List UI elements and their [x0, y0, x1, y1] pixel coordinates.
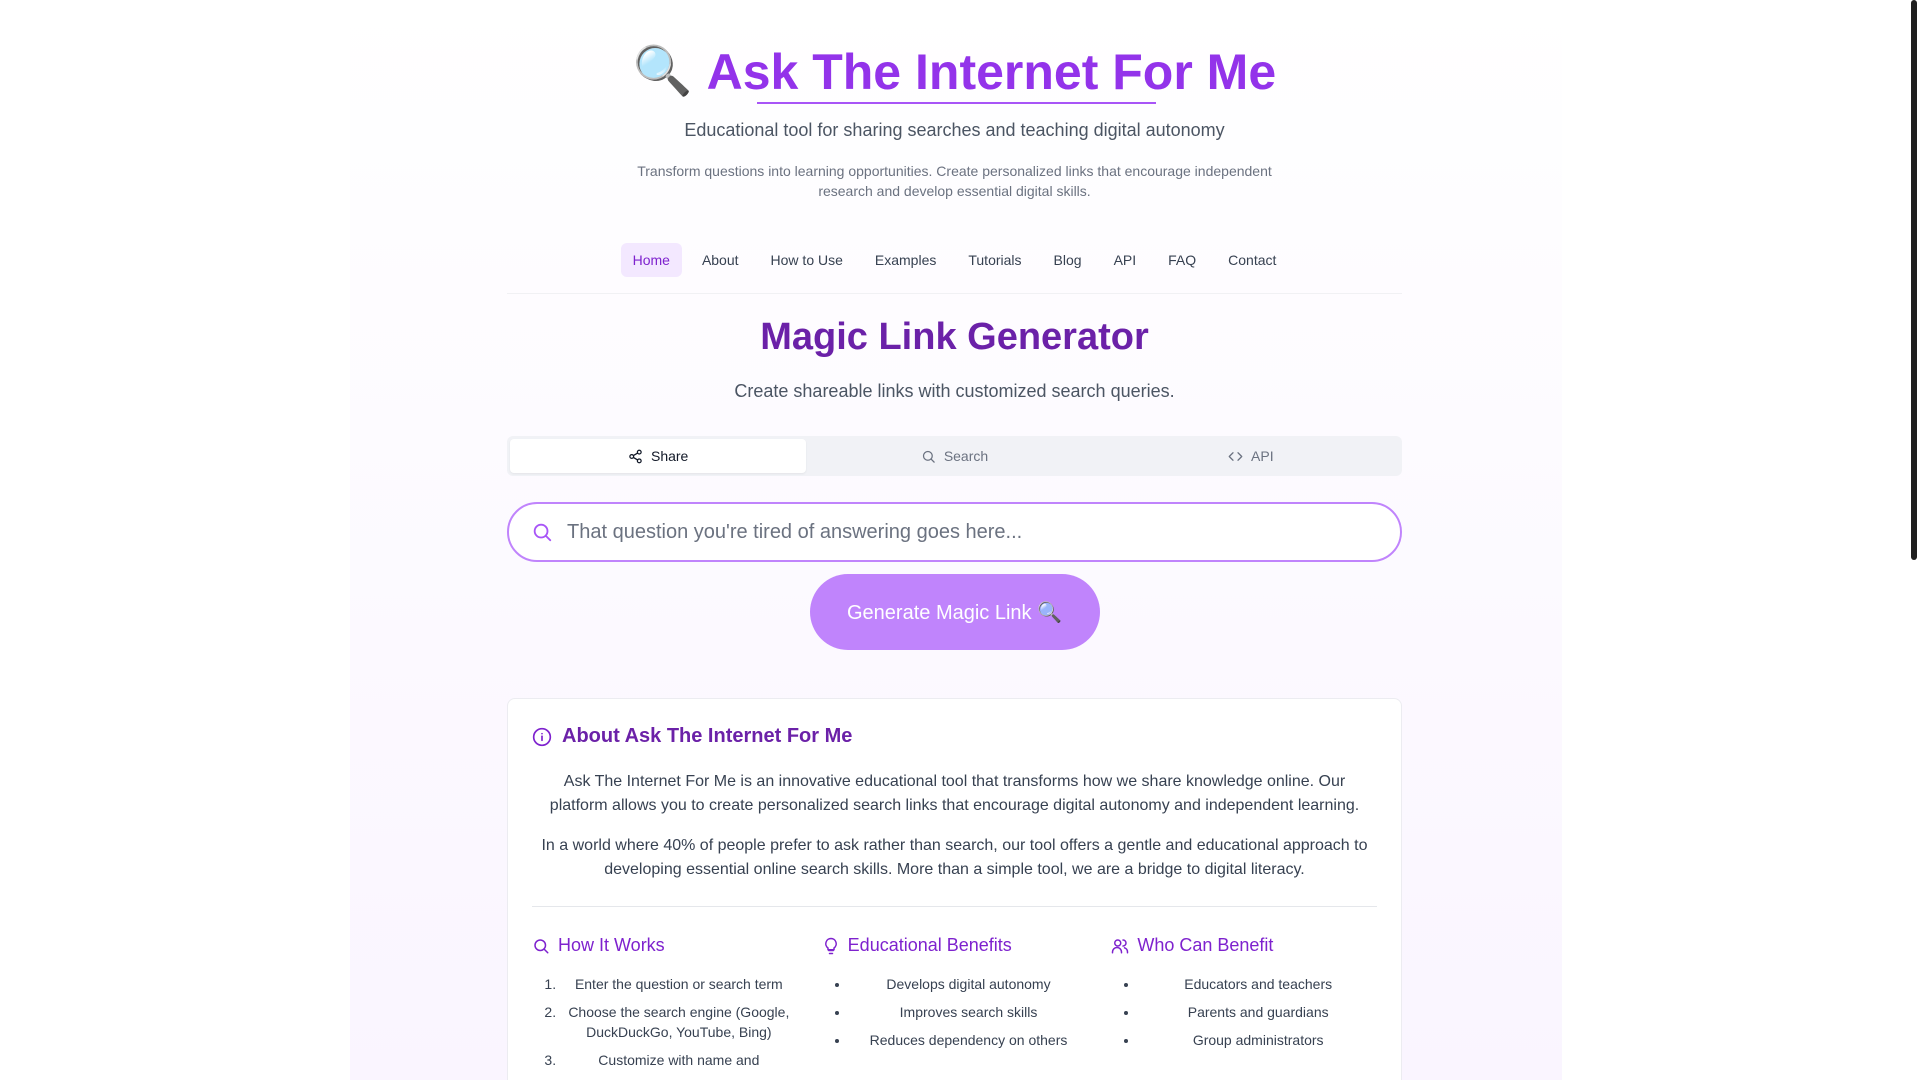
how-it-works-list: Enter the question or search term Choose… [532, 974, 798, 1070]
educational-benefits-list: Develops digital autonomy Improves searc… [822, 974, 1088, 1050]
main-container: 🔍 Ask The Internet For Me Educational to… [507, 0, 1402, 1080]
tab-search[interactable]: Search [806, 439, 1102, 473]
info-icon [532, 727, 552, 746]
who-can-benefit-title: Who Can Benefit [1137, 935, 1274, 955]
nav-api[interactable]: API [1102, 243, 1149, 277]
tab-api-label: API [1251, 448, 1274, 464]
nav-tutorials[interactable]: Tutorials [956, 243, 1033, 277]
how-it-works-column: How It Works Enter the question or searc… [532, 935, 798, 1078]
site-description: Transform questions into learning opport… [637, 163, 1272, 199]
educational-benefits-header: Educational Benefits [822, 935, 1088, 956]
nav-examples[interactable]: Examples [863, 243, 948, 277]
generate-button-wrap: Generate Magic Link 🔍 [507, 574, 1402, 650]
list-item: Customize with name and [560, 1050, 798, 1070]
hero-header: 🔍 Ask The Internet For Me Educational to… [507, 0, 1402, 201]
nav-home[interactable]: Home [620, 243, 682, 277]
list-item: Enter the question or search term [560, 974, 798, 994]
about-card: About Ask The Internet For Me Ask The In… [507, 698, 1402, 1080]
magnifying-glass-icon: 🔍 [632, 45, 693, 98]
lightbulb-icon [824, 937, 837, 954]
tab-search-label: Search [943, 448, 989, 464]
who-can-benefit-header: Who Can Benefit [1111, 935, 1377, 956]
nav-about[interactable]: About [690, 243, 751, 277]
search-icon [534, 938, 549, 953]
list-item: Parents and guardians [1139, 1002, 1377, 1022]
nav-contact[interactable]: Contact [1216, 243, 1288, 277]
about-paragraph-2: In a world where 40% of people prefer to… [541, 837, 1368, 878]
list-item: Develops digital autonomy [850, 974, 1088, 994]
how-it-works-title: How It Works [558, 935, 665, 955]
code-icon [1228, 451, 1243, 461]
list-item: Reduces dependency on others [850, 1030, 1088, 1050]
about-card-header: About Ask The Internet For Me [532, 725, 1377, 748]
main-nav: Home About How to Use Examples Tutorials… [507, 243, 1402, 294]
generator-title: Magic Link Generator [760, 316, 1149, 358]
nav-faq[interactable]: FAQ [1156, 243, 1208, 277]
tab-share-label: Share [650, 448, 689, 464]
question-input[interactable] [567, 520, 1378, 544]
nav-blog[interactable]: Blog [1042, 243, 1094, 277]
tab-share[interactable]: Share [510, 439, 807, 473]
users-icon [1112, 938, 1129, 953]
about-columns: How It Works Enter the question or searc… [532, 935, 1377, 1078]
page-scrollbar[interactable] [1906, 0, 1920, 1080]
site-title-text: Ask The Internet For Me [706, 44, 1277, 104]
search-icon [922, 450, 935, 463]
list-item: Choose the search engine (Google, DuckDu… [560, 1002, 798, 1042]
nav-how-to-use[interactable]: How to Use [759, 243, 855, 277]
educational-benefits-column: Educational Benefits Develops digital au… [822, 935, 1088, 1078]
list-item: Educators and teachers [1139, 974, 1377, 994]
search-icon [533, 523, 552, 542]
list-item: Group administrators [1139, 1030, 1377, 1050]
about-divider [532, 906, 1377, 907]
question-search-box[interactable] [507, 502, 1402, 562]
educational-benefits-title: Educational Benefits [847, 935, 1012, 955]
about-paragraph-1: Ask The Internet For Me is an innovative… [549, 773, 1360, 814]
generator-subtitle: Create shareable links with customized s… [734, 381, 1175, 401]
about-title: About Ask The Internet For Me [562, 725, 853, 747]
list-item: Improves search skills [850, 1002, 1088, 1022]
who-can-benefit-list: Educators and teachers Parents and guard… [1111, 974, 1377, 1050]
who-can-benefit-column: Who Can Benefit Educators and teachers P… [1111, 935, 1377, 1078]
scrollbar-thumb[interactable] [1911, 0, 1917, 560]
tab-api[interactable]: API [1103, 439, 1399, 473]
site-title[interactable]: 🔍 Ask The Internet For Me [632, 42, 1277, 104]
how-it-works-header: How It Works [532, 935, 798, 956]
generator-tabs: Share Search API [507, 436, 1402, 476]
share-icon [629, 449, 642, 463]
site-tagline: Educational tool for sharing searches an… [684, 120, 1225, 140]
generate-magic-link-button[interactable]: Generate Magic Link 🔍 [809, 574, 1100, 650]
